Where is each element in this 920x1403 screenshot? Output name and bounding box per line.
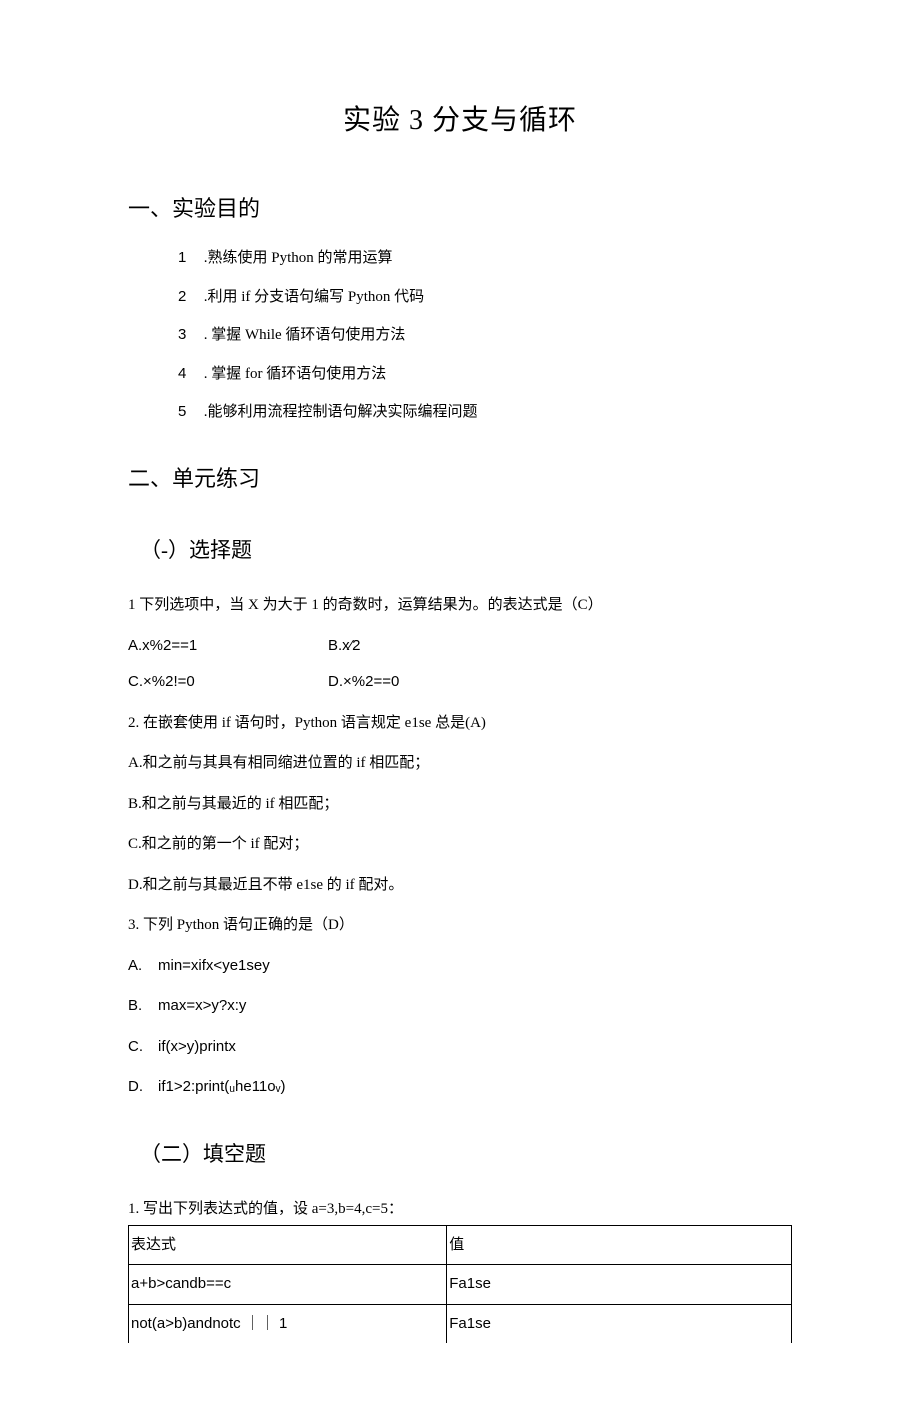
option-letter: B. [128,995,158,1018]
option-d: D.×%2==0 [328,671,399,694]
option-a: A.和之前与其具有相同缩进位置的 if 相匹配； [128,752,792,775]
option-letter: D. [128,1076,158,1099]
item-text: . 掌握 for 循环语句使用方法 [200,366,386,382]
option-text: if1>2:print(ᵤhe11oᵥ) [158,1078,285,1095]
item-number: 5 [178,401,196,424]
item-text: .熟练使用 Python 的常用运算 [200,250,393,266]
option-c: C.if(x>y)printx [128,1036,792,1059]
table-row: a+b>candb==c Fa1se [129,1265,792,1305]
table-row: not(a>b)andnotc ｜｜ 1 Fa1se [129,1304,792,1343]
list-item: 2 .利用 if 分支语句编写 Python 代码 [178,286,792,309]
table-header-value: 值 [447,1225,792,1265]
question-3: 3. 下列 Python 语句正确的是（D） A.min=xifx<ye1sey… [128,914,792,1099]
item-text: . 掌握 While 循环语句使用方法 [200,327,405,343]
table-cell-expr: a+b>candb==c [129,1265,447,1305]
option-letter: C. [128,1036,158,1059]
option-c: C.和之前的第一个 if 配对； [128,833,792,856]
option-b: B.max=x>y?x:y [128,995,792,1018]
list-item: 1 .熟练使用 Python 的常用运算 [178,247,792,270]
option-a: A.min=xifx<ye1sey [128,955,792,978]
option-d: D.if1>2:print(ᵤhe11oᵥ) [128,1076,792,1099]
item-number: 4 [178,363,196,386]
doc-title: 实验 3 分支与循环 [128,100,792,142]
item-text: .利用 if 分支语句编写 Python 代码 [200,289,424,305]
option-text: max=x>y?x:y [158,997,246,1014]
objectives-list: 1 .熟练使用 Python 的常用运算 2 .利用 if 分支语句编写 Pyt… [178,247,792,424]
item-number: 3 [178,324,196,347]
table-row: 表达式 值 [129,1225,792,1265]
table-cell-value: Fa1se [447,1304,792,1343]
table-header-expr: 表达式 [129,1225,447,1265]
option-c: C.×%2!=0 [128,671,328,694]
section-1-heading: 一、实验目的 [128,192,792,225]
option-letter: A. [128,955,158,978]
table-cell-value: Fa1se [447,1265,792,1305]
question-stem: 3. 下列 Python 语句正确的是（D） [128,914,792,937]
list-item: 4 . 掌握 for 循环语句使用方法 [178,363,792,386]
question-2: 2. 在嵌套使用 if 语句时，Python 语言规定 e1se 总是(A) A… [128,712,792,897]
option-text: min=xifx<ye1sey [158,957,270,974]
list-item: 3 . 掌握 While 循环语句使用方法 [178,324,792,347]
expression-table: 表达式 值 a+b>candb==c Fa1se not(a>b)andnotc… [128,1225,792,1344]
list-item: 5 .能够利用流程控制语句解决实际编程问题 [178,401,792,424]
question-stem: 2. 在嵌套使用 if 语句时，Python 语言规定 e1se 总是(A) [128,712,792,735]
section-2-heading: 二、单元练习 [128,462,792,495]
subsection-fill-heading: （二）填空题 [140,1139,792,1171]
option-d: D.和之前与其最近且不带 e1se 的 if 配对。 [128,874,792,897]
question-1: 1 下列选项中，当 X 为大于 1 的奇数时，运算结果为。的表达式是（C） A.… [128,594,792,694]
option-a: A.x%2==1 [128,635,328,658]
option-b: B.和之前与其最近的 if 相匹配； [128,793,792,816]
item-number: 1 [178,247,196,270]
item-text: .能够利用流程控制语句解决实际编程问题 [200,404,478,420]
question-stem: 1 下列选项中，当 X 为大于 1 的奇数时，运算结果为。的表达式是（C） [128,594,792,617]
item-number: 2 [178,286,196,309]
table-cell-expr: not(a>b)andnotc ｜｜ 1 [129,1304,447,1343]
subsection-choice-heading: （-）选择题 [140,535,792,567]
option-text: if(x>y)printx [158,1038,236,1055]
fill-question-stem: 1. 写出下列表达式的值，设 a=3,b=4,c=5： [128,1198,792,1221]
option-b: B.x⁄2 [328,635,361,658]
